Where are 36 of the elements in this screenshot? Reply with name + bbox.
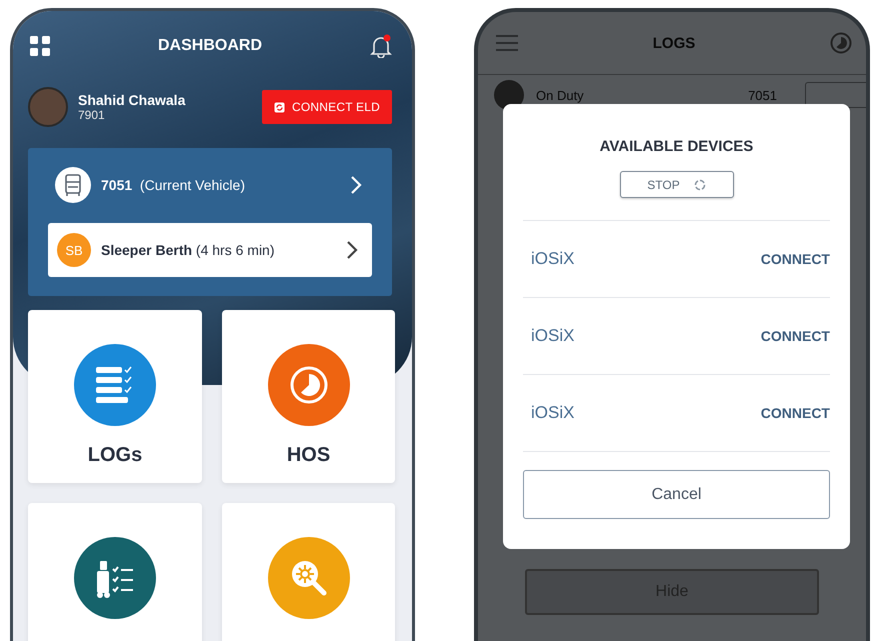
cancel-button[interactable]: Cancel bbox=[523, 470, 830, 519]
spinner-icon bbox=[694, 178, 706, 190]
menu-tile[interactable]: HOS bbox=[222, 310, 395, 483]
connect-link[interactable]: CONNECT bbox=[760, 328, 830, 344]
refresh-icon bbox=[274, 102, 285, 112]
stop-button[interactable]: STOP bbox=[620, 171, 734, 198]
clock-icon bbox=[288, 364, 330, 406]
driver-name: Shahid Chawala bbox=[78, 92, 186, 108]
grid-menu-icon[interactable] bbox=[30, 36, 50, 56]
device-name: iOSiX bbox=[531, 403, 574, 423]
screen-title: LOGS bbox=[652, 34, 696, 52]
bell-icon[interactable] bbox=[370, 34, 392, 58]
duty-status: On Duty bbox=[536, 88, 585, 102]
truck-icon bbox=[55, 167, 91, 203]
connect-link[interactable]: CONNECT bbox=[760, 251, 830, 267]
vehicle-number: 7051 bbox=[748, 88, 777, 102]
chevron-right-icon bbox=[350, 175, 362, 195]
connect-link[interactable]: CONNECT bbox=[760, 405, 830, 421]
driver-id: 7901 bbox=[78, 108, 106, 122]
menu-tile[interactable] bbox=[222, 503, 395, 641]
vehicle-row[interactable]: 7051 (Current Vehicle) bbox=[48, 160, 372, 210]
duty-status-row[interactable]: SB Sleeper Berth (4 hrs 6 min) bbox=[48, 223, 372, 277]
avatar bbox=[28, 87, 68, 127]
chevron-right-icon bbox=[346, 240, 358, 260]
device-name: iOSiX bbox=[531, 249, 574, 269]
vehicle-label: 7051 (Current Vehicle) bbox=[101, 177, 246, 193]
dialog-title: AVAILABLE DEVICES bbox=[598, 138, 754, 155]
duty-status-label: Sleeper Berth (4 hrs 6 min) bbox=[101, 242, 276, 258]
menu-tile[interactable] bbox=[28, 503, 202, 641]
menu-tile[interactable]: LOGs bbox=[28, 310, 202, 483]
connect-eld-button[interactable]: CONNECT ELD bbox=[262, 90, 392, 124]
status-badge: SB bbox=[57, 233, 91, 267]
screen-title: DASHBOARD bbox=[158, 37, 262, 55]
tile-label: HOS bbox=[286, 444, 330, 467]
tile-label: LOGs bbox=[88, 444, 142, 467]
device-name: iOSiX bbox=[531, 326, 574, 346]
